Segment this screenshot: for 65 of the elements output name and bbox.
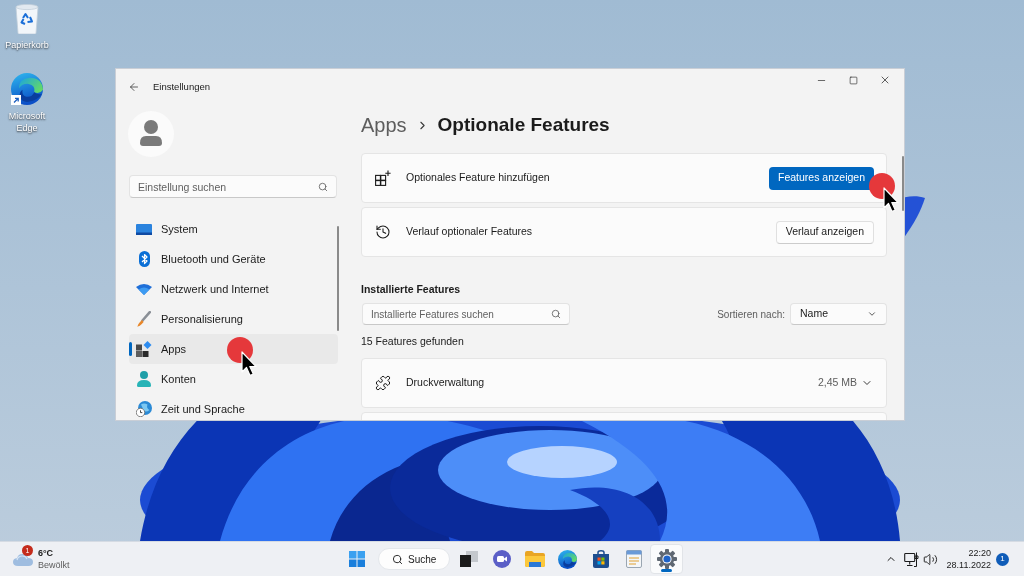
- shortcut-arrow-icon: [11, 95, 21, 105]
- breadcrumb-link[interactable]: Apps: [361, 113, 407, 137]
- nav-item[interactable]: System: [129, 214, 338, 244]
- search-icon: [551, 309, 561, 319]
- search-icon: [318, 181, 328, 192]
- scrollbar-thumb[interactable]: [337, 226, 339, 331]
- grid-plus-icon: [375, 170, 391, 186]
- nav-item[interactable]: Apps: [129, 334, 338, 364]
- video-chat-icon: [492, 550, 511, 568]
- sort-dropdown[interactable]: Name: [790, 303, 887, 325]
- result-count: 15 Features gefunden: [361, 334, 465, 348]
- search-icon: [392, 553, 403, 565]
- nav-item[interactable]: Konten: [129, 364, 338, 394]
- section-heading: Installierte Features: [361, 282, 462, 297]
- maximize-icon: [848, 75, 858, 85]
- feature-name: Druckverwaltung: [406, 375, 485, 391]
- search-button[interactable]: Suche: [378, 548, 450, 570]
- back-arrow-icon: [128, 81, 140, 93]
- folder-icon: [524, 551, 545, 567]
- edge-logo-icon[interactable]: [558, 549, 577, 569]
- active-indicator: [661, 569, 672, 572]
- wifi-icon: [136, 283, 152, 295]
- apps-grid-icon: [136, 341, 152, 357]
- clock-date[interactable]: 28.11.2022: [946, 559, 991, 571]
- chevron-down-icon: [867, 309, 877, 319]
- edge-logo-icon[interactable]: [11, 73, 43, 105]
- clock-time[interactable]: 22:20: [968, 547, 991, 559]
- search-field[interactable]: Einstellung suchen: [129, 175, 337, 198]
- card-label: Optionales Feature hinzufügen: [406, 170, 550, 186]
- speaker-icon[interactable]: [922, 551, 938, 567]
- feature-size: 2,45 MB: [817, 375, 857, 391]
- notification-count-badge[interactable]: 1: [996, 552, 1009, 566]
- bluetooth-icon: [138, 251, 150, 267]
- card-label: Verlauf optionaler Features: [406, 224, 533, 240]
- secondary-button[interactable]: Verlauf anzeigen: [775, 220, 874, 244]
- globe-clock-icon: [136, 401, 152, 417]
- avatar-silhouette-icon: [128, 111, 174, 157]
- search-field[interactable]: Installierte Features suchen: [362, 303, 570, 325]
- monitor-icon: [136, 223, 152, 235]
- gear-icon: [656, 549, 677, 569]
- store-bag-icon: [591, 550, 610, 568]
- page-title: Optionale Features: [437, 113, 610, 137]
- person-icon: [137, 371, 151, 387]
- feature-row[interactable]: Druckverwaltung 2,45 MB: [361, 358, 887, 408]
- cloud-icon[interactable]: [13, 552, 33, 566]
- stacked-windows-icon: [459, 551, 478, 567]
- click-marker-icon: [227, 337, 257, 377]
- nav-item[interactable]: Personalisierung: [129, 304, 338, 334]
- sort-label: Sortieren nach:: [717, 307, 785, 322]
- history-icon: [375, 224, 391, 240]
- weather-condition-text: Bewölkt: [38, 559, 70, 571]
- window-title: Einstellungen: [153, 79, 211, 94]
- windows-logo-icon: [349, 551, 365, 567]
- nav-item[interactable]: Zeit und Sprache: [129, 394, 338, 420]
- scrollbar-thumb[interactable]: [902, 156, 904, 211]
- paintbrush-icon: [137, 311, 151, 327]
- puzzle-icon: [375, 375, 391, 391]
- wallpaper-petal-drawing: [905, 196, 926, 236]
- recycle-bin-icon[interactable]: [15, 4, 39, 34]
- temperature-text: 6°C: [38, 547, 55, 559]
- close-icon: [879, 74, 891, 86]
- document-icon: [625, 550, 642, 568]
- network-monitor-icon[interactable]: [903, 551, 919, 567]
- selection-indicator: [129, 342, 132, 356]
- primary-button[interactable]: Features anzeigen: [769, 166, 874, 190]
